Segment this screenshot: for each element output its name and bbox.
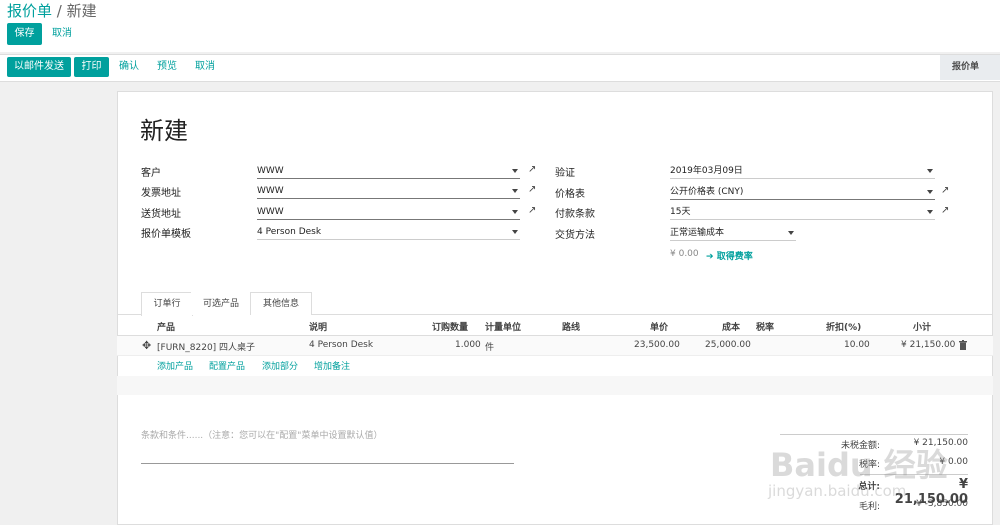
get-rate-label: 取得费率 (716, 252, 753, 262)
customer-field[interactable]: WWW (257, 164, 520, 179)
confirm-button[interactable]: 确认 (119, 56, 139, 78)
save-button[interactable]: 保存 (7, 23, 42, 45)
validity-value: 2019年03月09日 (670, 166, 743, 176)
control-panel (0, 0, 1000, 52)
chevron-down-icon[interactable] (927, 169, 933, 173)
col-discount: 折扣(%) (826, 323, 862, 333)
table-footer (117, 376, 993, 395)
discard-button[interactable]: 取消 (52, 23, 72, 45)
col-subtotal: 小计 (913, 323, 932, 333)
chevron-down-icon[interactable] (512, 169, 518, 173)
validity-field[interactable]: 2019年03月09日 (670, 164, 935, 179)
pricelist-label: 价格表 (555, 189, 585, 200)
add-note-link[interactable]: 增加备注 (314, 359, 350, 372)
breadcrumb-current: 新建 (66, 2, 97, 20)
col-route: 路线 (562, 323, 581, 333)
external-link-icon[interactable]: ↗ (528, 164, 536, 175)
row-product[interactable]: [FURN_8220] 四人桌子 (157, 340, 255, 353)
tab-other-info[interactable]: 其他信息 (250, 292, 312, 315)
row-subtotal: ¥ 21,150.00 (901, 340, 956, 350)
row-discount[interactable]: 10.00 (844, 340, 870, 350)
invoice-address-field[interactable]: WWW (257, 184, 520, 199)
shipping-cost: ¥ 0.00 (670, 249, 699, 259)
customer-value: WWW (257, 166, 284, 176)
add-section-link[interactable]: 添加部分 (262, 359, 298, 372)
chevron-down-icon[interactable] (512, 210, 518, 214)
terms-input[interactable]: 条款和条件......（注意：您可以在"配置"菜单中设置默认值） (141, 428, 382, 441)
totals-divider-top (780, 434, 968, 435)
quotation-template-value: 4 Person Desk (257, 227, 322, 237)
col-unit-price: 单价 (650, 323, 669, 333)
watermark-url: jingyan.baidu.com (768, 482, 907, 500)
chevron-down-icon[interactable] (512, 230, 518, 234)
page-title: 新建 (140, 117, 188, 145)
shipping-address-label: 送货地址 (141, 209, 181, 220)
breadcrumb: 报价单 / 新建 (7, 0, 97, 21)
arrow-right-icon: ➔ (706, 252, 717, 262)
chevron-down-icon[interactable] (788, 231, 794, 235)
chevron-down-icon[interactable] (927, 210, 933, 214)
payment-terms-field[interactable]: 15天 (670, 205, 935, 220)
trash-icon[interactable] (959, 340, 967, 350)
chevron-down-icon[interactable] (512, 189, 518, 193)
get-rate-link[interactable]: ➔ 取得费率 (706, 249, 753, 262)
col-cost: 成本 (722, 323, 741, 333)
external-link-icon[interactable]: ↗ (941, 205, 949, 216)
drag-handle-icon[interactable]: ✥ (142, 339, 151, 352)
row-unit-price[interactable]: 23,500.00 (634, 340, 680, 350)
pricelist-field[interactable]: 公开价格表 (CNY) (670, 185, 935, 200)
shipping-address-value: WWW (257, 207, 284, 217)
watermark-logo: Baidu 经验 (770, 446, 948, 484)
payment-terms-value: 15天 (670, 207, 691, 217)
invoice-address-label: 发票地址 (141, 188, 181, 199)
row-cost[interactable]: 25,000.00 (705, 340, 751, 350)
external-link-icon[interactable]: ↗ (528, 184, 536, 195)
pricelist-value: 公开价格表 (CNY) (670, 187, 744, 197)
breadcrumb-separator: / (56, 2, 62, 20)
add-product-link[interactable]: 添加产品 (157, 359, 193, 372)
status-bar (0, 54, 1000, 82)
row-description[interactable]: 4 Person Desk (309, 340, 373, 350)
quotation-template-label: 报价单模板 (141, 229, 191, 240)
tab-optional-products[interactable]: 可选产品 (191, 292, 251, 315)
preview-button[interactable]: 预览 (157, 56, 177, 78)
validity-label: 验证 (555, 168, 575, 179)
quotation-template-field[interactable]: 4 Person Desk (257, 225, 520, 240)
delivery-method-value: 正常运输成本 (670, 228, 725, 238)
col-product: 产品 (157, 323, 176, 333)
breadcrumb-parent[interactable]: 报价单 (7, 2, 52, 20)
payment-terms-label: 付款条款 (555, 209, 595, 220)
customer-label: 客户 (141, 168, 161, 179)
cancel-order-button[interactable]: 取消 (195, 56, 215, 78)
delivery-method-label: 交货方法 (555, 230, 595, 241)
shipping-address-field[interactable]: WWW (257, 205, 520, 220)
stage-quotation[interactable]: 报价单 (940, 55, 1000, 80)
row-uom[interactable]: 件 (485, 340, 494, 353)
invoice-address-value: WWW (257, 186, 284, 196)
col-description: 说明 (309, 323, 328, 333)
print-button[interactable]: 打印 (74, 57, 109, 77)
margin-value: ¥ -3,850.00 (916, 499, 968, 509)
tab-order-lines[interactable]: 订单行 (141, 292, 193, 316)
configure-product-link[interactable]: 配置产品 (209, 359, 245, 372)
send-email-button[interactable]: 以邮件发送 (7, 57, 71, 77)
col-quantity: 订购数量 (432, 323, 469, 333)
external-link-icon[interactable]: ↗ (941, 185, 949, 196)
col-uom: 计量单位 (485, 323, 522, 333)
terms-underline (141, 463, 514, 464)
external-link-icon[interactable]: ↗ (528, 205, 536, 216)
chevron-down-icon[interactable] (927, 190, 933, 194)
col-tax: 税率 (756, 323, 775, 333)
delivery-method-field[interactable]: 正常运输成本 (670, 226, 796, 241)
margin-label: 毛利: (858, 502, 880, 512)
row-quantity[interactable]: 1.000 (455, 340, 481, 350)
